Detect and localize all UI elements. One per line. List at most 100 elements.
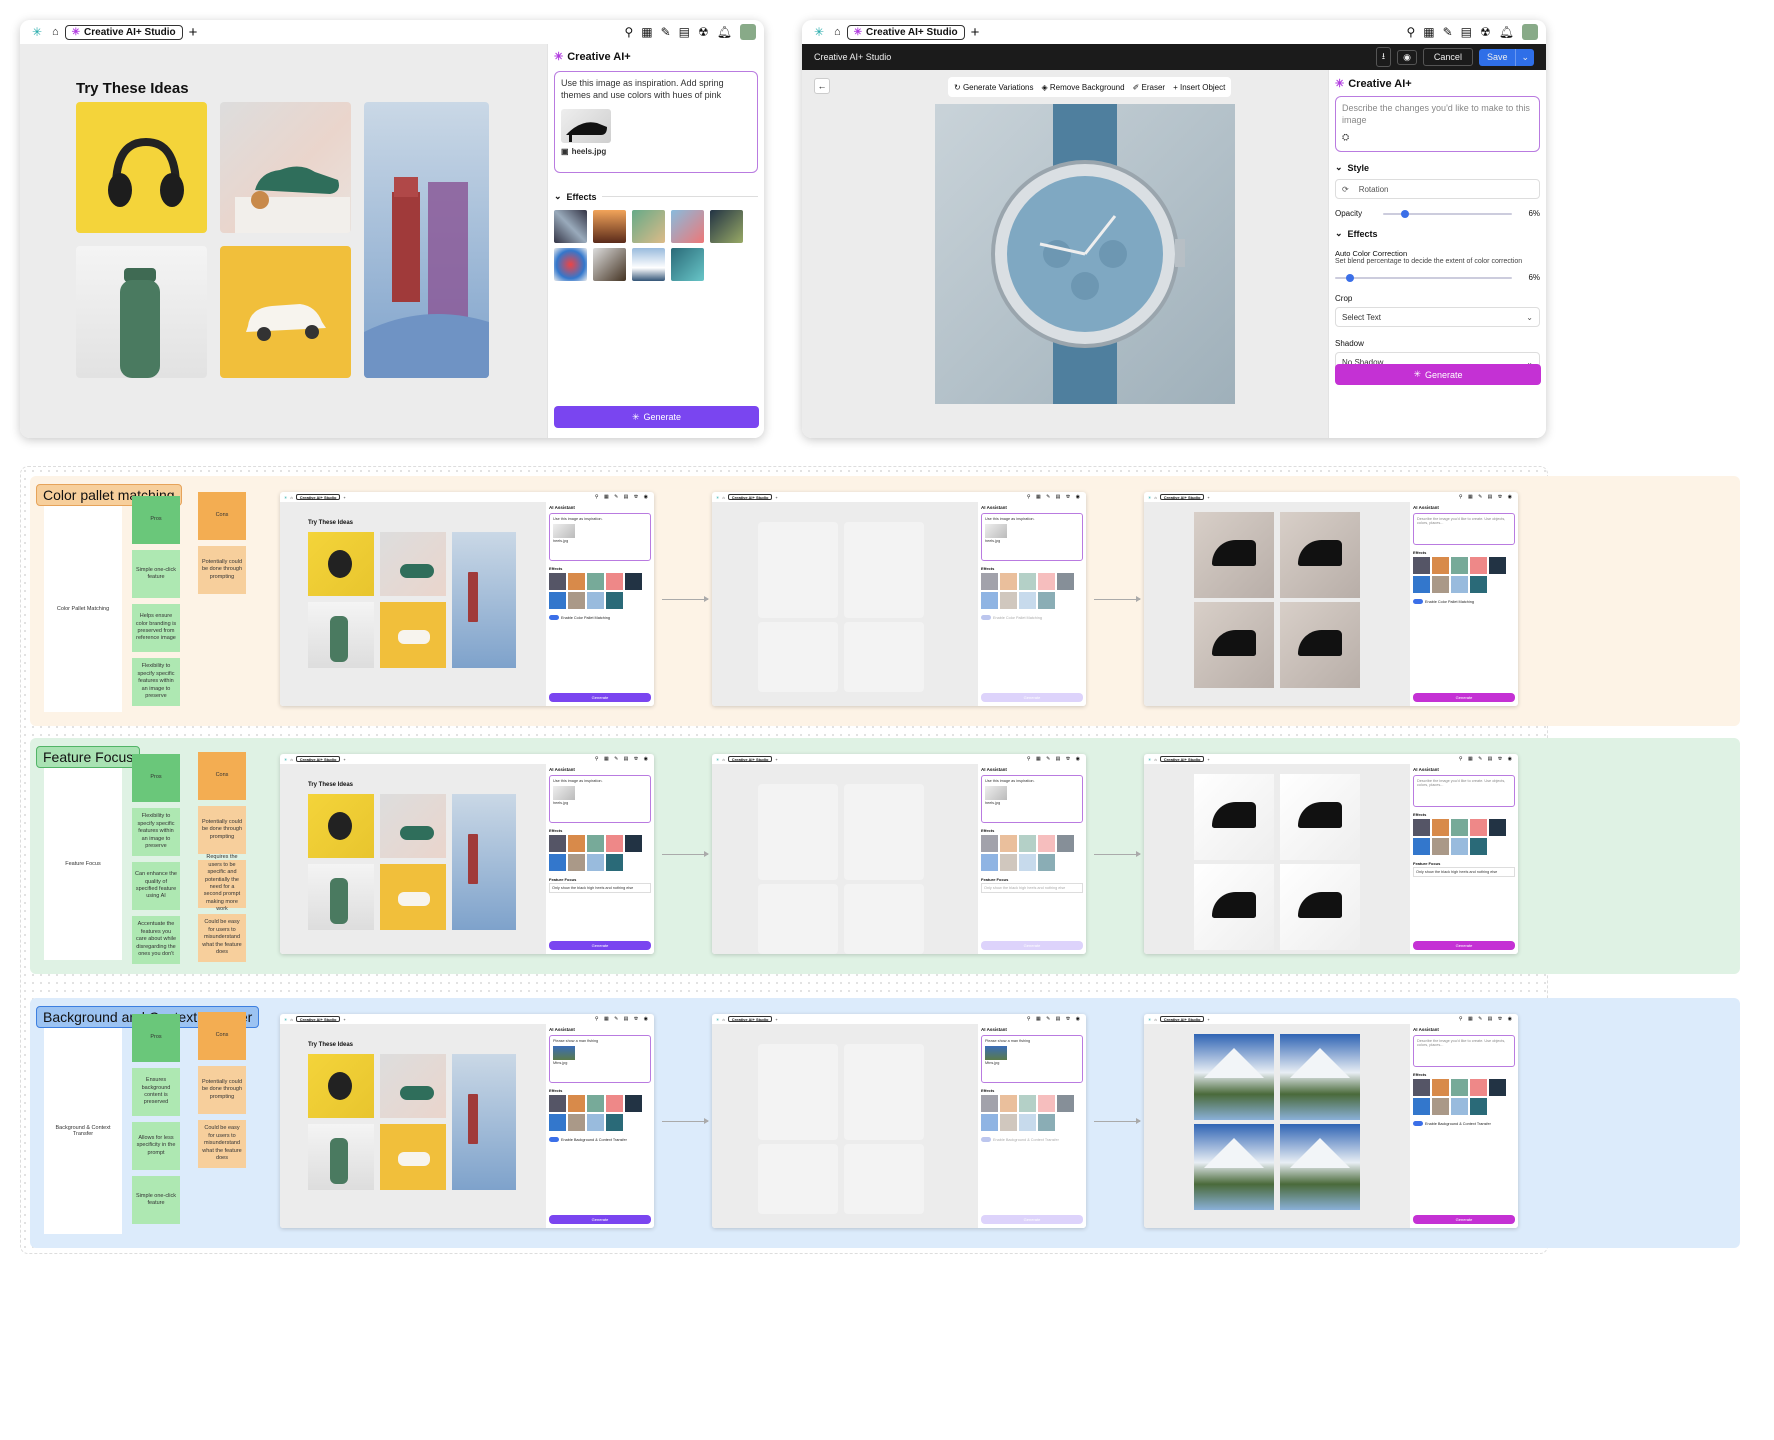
home-icon[interactable]: ⌂ (290, 757, 292, 762)
grid-icon[interactable]: ▦ (641, 25, 652, 39)
new-tab-button[interactable]: + (775, 495, 777, 500)
effect-swatch[interactable] (1470, 576, 1487, 593)
effects-header[interactable]: Effects (981, 1088, 1083, 1093)
generate-button[interactable]: Generate (549, 1215, 651, 1224)
avatar[interactable] (740, 24, 756, 40)
new-tab-button[interactable]: + (1207, 757, 1209, 762)
effect-swatch[interactable] (1038, 854, 1055, 871)
generate-button[interactable]: Generate (981, 1215, 1083, 1224)
search-icon[interactable]: ⚲ (1406, 25, 1415, 39)
prompt-input[interactable]: Describe the changes you'd like to make … (1342, 103, 1533, 126)
cancel-button[interactable]: Cancel (1422, 48, 1473, 66)
toggle-switch[interactable] (981, 615, 991, 620)
effect-swatch[interactable] (1432, 1098, 1449, 1115)
crop-select[interactable]: Select Text ⌄ (1335, 307, 1540, 327)
idea-headphones[interactable] (76, 102, 207, 233)
home-icon[interactable]: ⌂ (1154, 757, 1156, 762)
toggle-switch[interactable] (549, 1137, 559, 1142)
effect-swatch[interactable] (1038, 835, 1055, 852)
tab-close-icon[interactable]: × (180, 27, 182, 38)
effects-header[interactable]: Effects (981, 566, 1083, 571)
preview-eye-icon[interactable]: ◉ (1397, 49, 1417, 65)
prompt-box[interactable]: Use this image as inspiration. heels.jpg (981, 775, 1083, 823)
idea-car[interactable] (220, 246, 351, 378)
effect-swatch[interactable] (981, 854, 998, 871)
result-image[interactable] (1194, 602, 1274, 688)
prompt-box[interactable]: Describe the image you'd like to create.… (1413, 1035, 1515, 1067)
prompt-input[interactable]: Describe the image you'd like to create.… (1417, 779, 1511, 787)
attachment-thumb[interactable] (553, 1046, 575, 1060)
new-tab-button[interactable]: + (1207, 495, 1209, 500)
effect-swatch[interactable] (606, 835, 623, 852)
effect-swatch[interactable] (568, 835, 585, 852)
home-icon[interactable]: ⌂ (1154, 1017, 1156, 1022)
effects-header[interactable]: Effects (549, 566, 651, 571)
attachment-thumb[interactable] (553, 524, 575, 538)
prompt-box[interactable]: Use this image as inspiration. heels.jpg (549, 513, 651, 561)
remove-background-button[interactable]: ◈ Remove Background (1042, 83, 1125, 92)
prompt-box[interactable]: Use this image as inspiration. heels.jpg (981, 513, 1083, 561)
new-tab-button[interactable]: + (343, 757, 345, 762)
home-icon[interactable]: ⌂ (722, 757, 724, 762)
effect-swatch[interactable] (587, 1114, 604, 1131)
new-tab-button[interactable]: + (971, 25, 980, 40)
effects-header[interactable]: Effects (549, 1088, 651, 1093)
effects-header[interactable]: Effects (1413, 1072, 1515, 1077)
effect-swatch[interactable] (1413, 838, 1430, 855)
effect-swatch[interactable] (981, 1114, 998, 1131)
grid-icon[interactable]: ▦ (1423, 25, 1434, 39)
calendar-icon[interactable]: ▤ (1461, 25, 1472, 39)
effect-swatch[interactable] (1413, 557, 1430, 574)
bell-icon[interactable]: 🔔︎ (717, 25, 732, 39)
effect-swatch[interactable] (671, 248, 704, 281)
effect-swatch[interactable] (1019, 592, 1036, 609)
opacity-slider[interactable] (1383, 209, 1512, 218)
generate-button[interactable]: Generate (1413, 941, 1515, 950)
tab-close-icon[interactable]: × (962, 27, 964, 38)
effect-swatch[interactable] (1451, 838, 1468, 855)
generate-button[interactable]: Generate (549, 693, 651, 702)
home-icon[interactable]: ⌂ (290, 1017, 292, 1022)
new-tab-button[interactable]: + (343, 1017, 345, 1022)
feature-toggle[interactable]: Enable Color Pallet Matching (1413, 599, 1515, 604)
effects-header[interactable]: Effects (1413, 550, 1515, 555)
home-icon[interactable]: ⌂ (290, 495, 292, 500)
effect-swatch[interactable] (593, 210, 626, 243)
effect-swatch[interactable] (1038, 1095, 1055, 1112)
effect-swatch[interactable] (1470, 1098, 1487, 1115)
effect-swatch[interactable] (625, 573, 642, 590)
effect-swatch[interactable] (671, 210, 704, 243)
effect-swatch[interactable] (1019, 854, 1036, 871)
effect-swatch[interactable] (549, 854, 566, 871)
result-image[interactable] (1280, 774, 1360, 860)
tab-creative-studio[interactable]: Creative AI+ Studio (1159, 494, 1205, 500)
attachment-thumb[interactable] (553, 786, 575, 800)
result-image[interactable] (1194, 774, 1274, 860)
opacity-slider-knob[interactable] (1401, 209, 1410, 218)
effect-swatch[interactable] (981, 592, 998, 609)
prompt-input[interactable]: Describe the image you'd like to create.… (1417, 1039, 1511, 1047)
rotation-field[interactable]: ⟳ Rotation (1335, 179, 1540, 199)
effect-swatch[interactable] (1019, 1114, 1036, 1131)
effect-swatch[interactable] (1057, 835, 1074, 852)
toggle-switch[interactable] (549, 615, 559, 620)
image-attach-icon[interactable]: ⛭ (1342, 132, 1533, 144)
new-tab-button[interactable]: + (775, 757, 777, 762)
effect-swatch[interactable] (1000, 573, 1017, 590)
effect-swatch[interactable] (1057, 573, 1074, 590)
prompt-box[interactable]: Use this image as inspiration. Add sprin… (554, 71, 758, 173)
effect-swatch[interactable] (632, 210, 665, 243)
effect-swatch[interactable] (1432, 576, 1449, 593)
effect-swatch[interactable] (981, 835, 998, 852)
effect-swatch[interactable] (1432, 1079, 1449, 1096)
effect-swatch[interactable] (1413, 576, 1430, 593)
prompt-input[interactable]: Describe the image you'd like to create.… (1417, 517, 1511, 525)
attachment-thumb[interactable] (561, 109, 611, 144)
feature-focus-input[interactable]: Only show the black high heels and nothi… (981, 883, 1083, 893)
feature-toggle[interactable]: Enable Background & Context Transfer (549, 1137, 651, 1142)
generate-button[interactable]: Generate (981, 693, 1083, 702)
home-icon[interactable]: ⌂ (1154, 495, 1156, 500)
effect-swatch[interactable] (568, 854, 585, 871)
effect-swatch[interactable] (1038, 573, 1055, 590)
feature-toggle[interactable]: Enable Color Pallet Matching (981, 615, 1083, 620)
